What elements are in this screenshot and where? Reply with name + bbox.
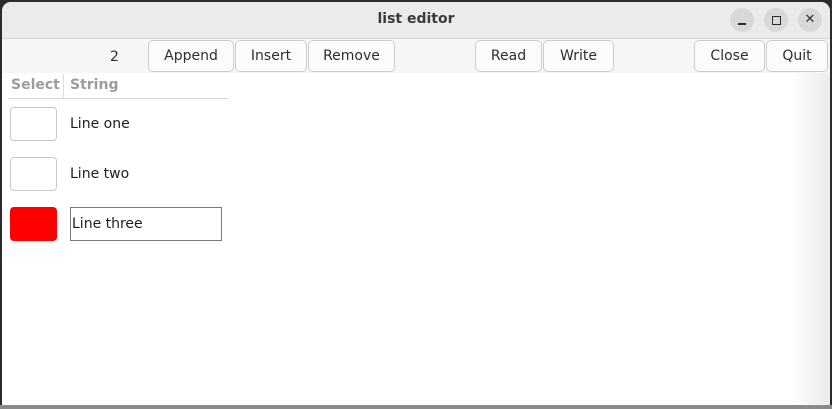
list-count: 2 (110, 49, 119, 65)
read-button[interactable]: Read (475, 40, 542, 72)
append-button[interactable]: Append (148, 40, 234, 72)
list-view: Select String Line one Line two (2, 73, 830, 405)
maximize-button[interactable] (764, 8, 788, 32)
row-select-swatch[interactable] (10, 157, 57, 191)
column-header-string[interactable]: String (70, 77, 118, 93)
close-button[interactable]: Close (694, 40, 765, 72)
app-window: list editor ✕ 2 Append Insert Remove Rea… (2, 2, 830, 405)
close-window-button[interactable]: ✕ (798, 8, 822, 32)
row-select-swatch[interactable] (10, 207, 57, 241)
row-select-swatch[interactable] (10, 107, 57, 141)
quit-button[interactable]: Quit (766, 40, 828, 72)
column-header-select[interactable]: Select (11, 77, 60, 93)
window-bottom-border (0, 405, 832, 409)
close-icon: ✕ (804, 12, 816, 27)
remove-button[interactable]: Remove (308, 40, 395, 72)
toolbar: 2 Append Insert Remove Read Write Close … (2, 39, 830, 73)
maximize-icon (772, 16, 781, 25)
row-string-label[interactable]: Line two (70, 166, 129, 182)
write-button[interactable]: Write (543, 40, 614, 72)
column-divider[interactable] (63, 74, 64, 98)
row-string-label[interactable]: Line one (70, 116, 130, 132)
row-string-entry[interactable] (70, 207, 222, 241)
insert-button[interactable]: Insert (235, 40, 307, 72)
window-title: list editor (377, 11, 455, 27)
minimize-button[interactable] (730, 8, 754, 32)
minimize-icon (738, 23, 746, 25)
header-divider (8, 98, 228, 99)
titlebar[interactable]: list editor ✕ (2, 2, 830, 39)
edge-shadow (790, 73, 830, 405)
